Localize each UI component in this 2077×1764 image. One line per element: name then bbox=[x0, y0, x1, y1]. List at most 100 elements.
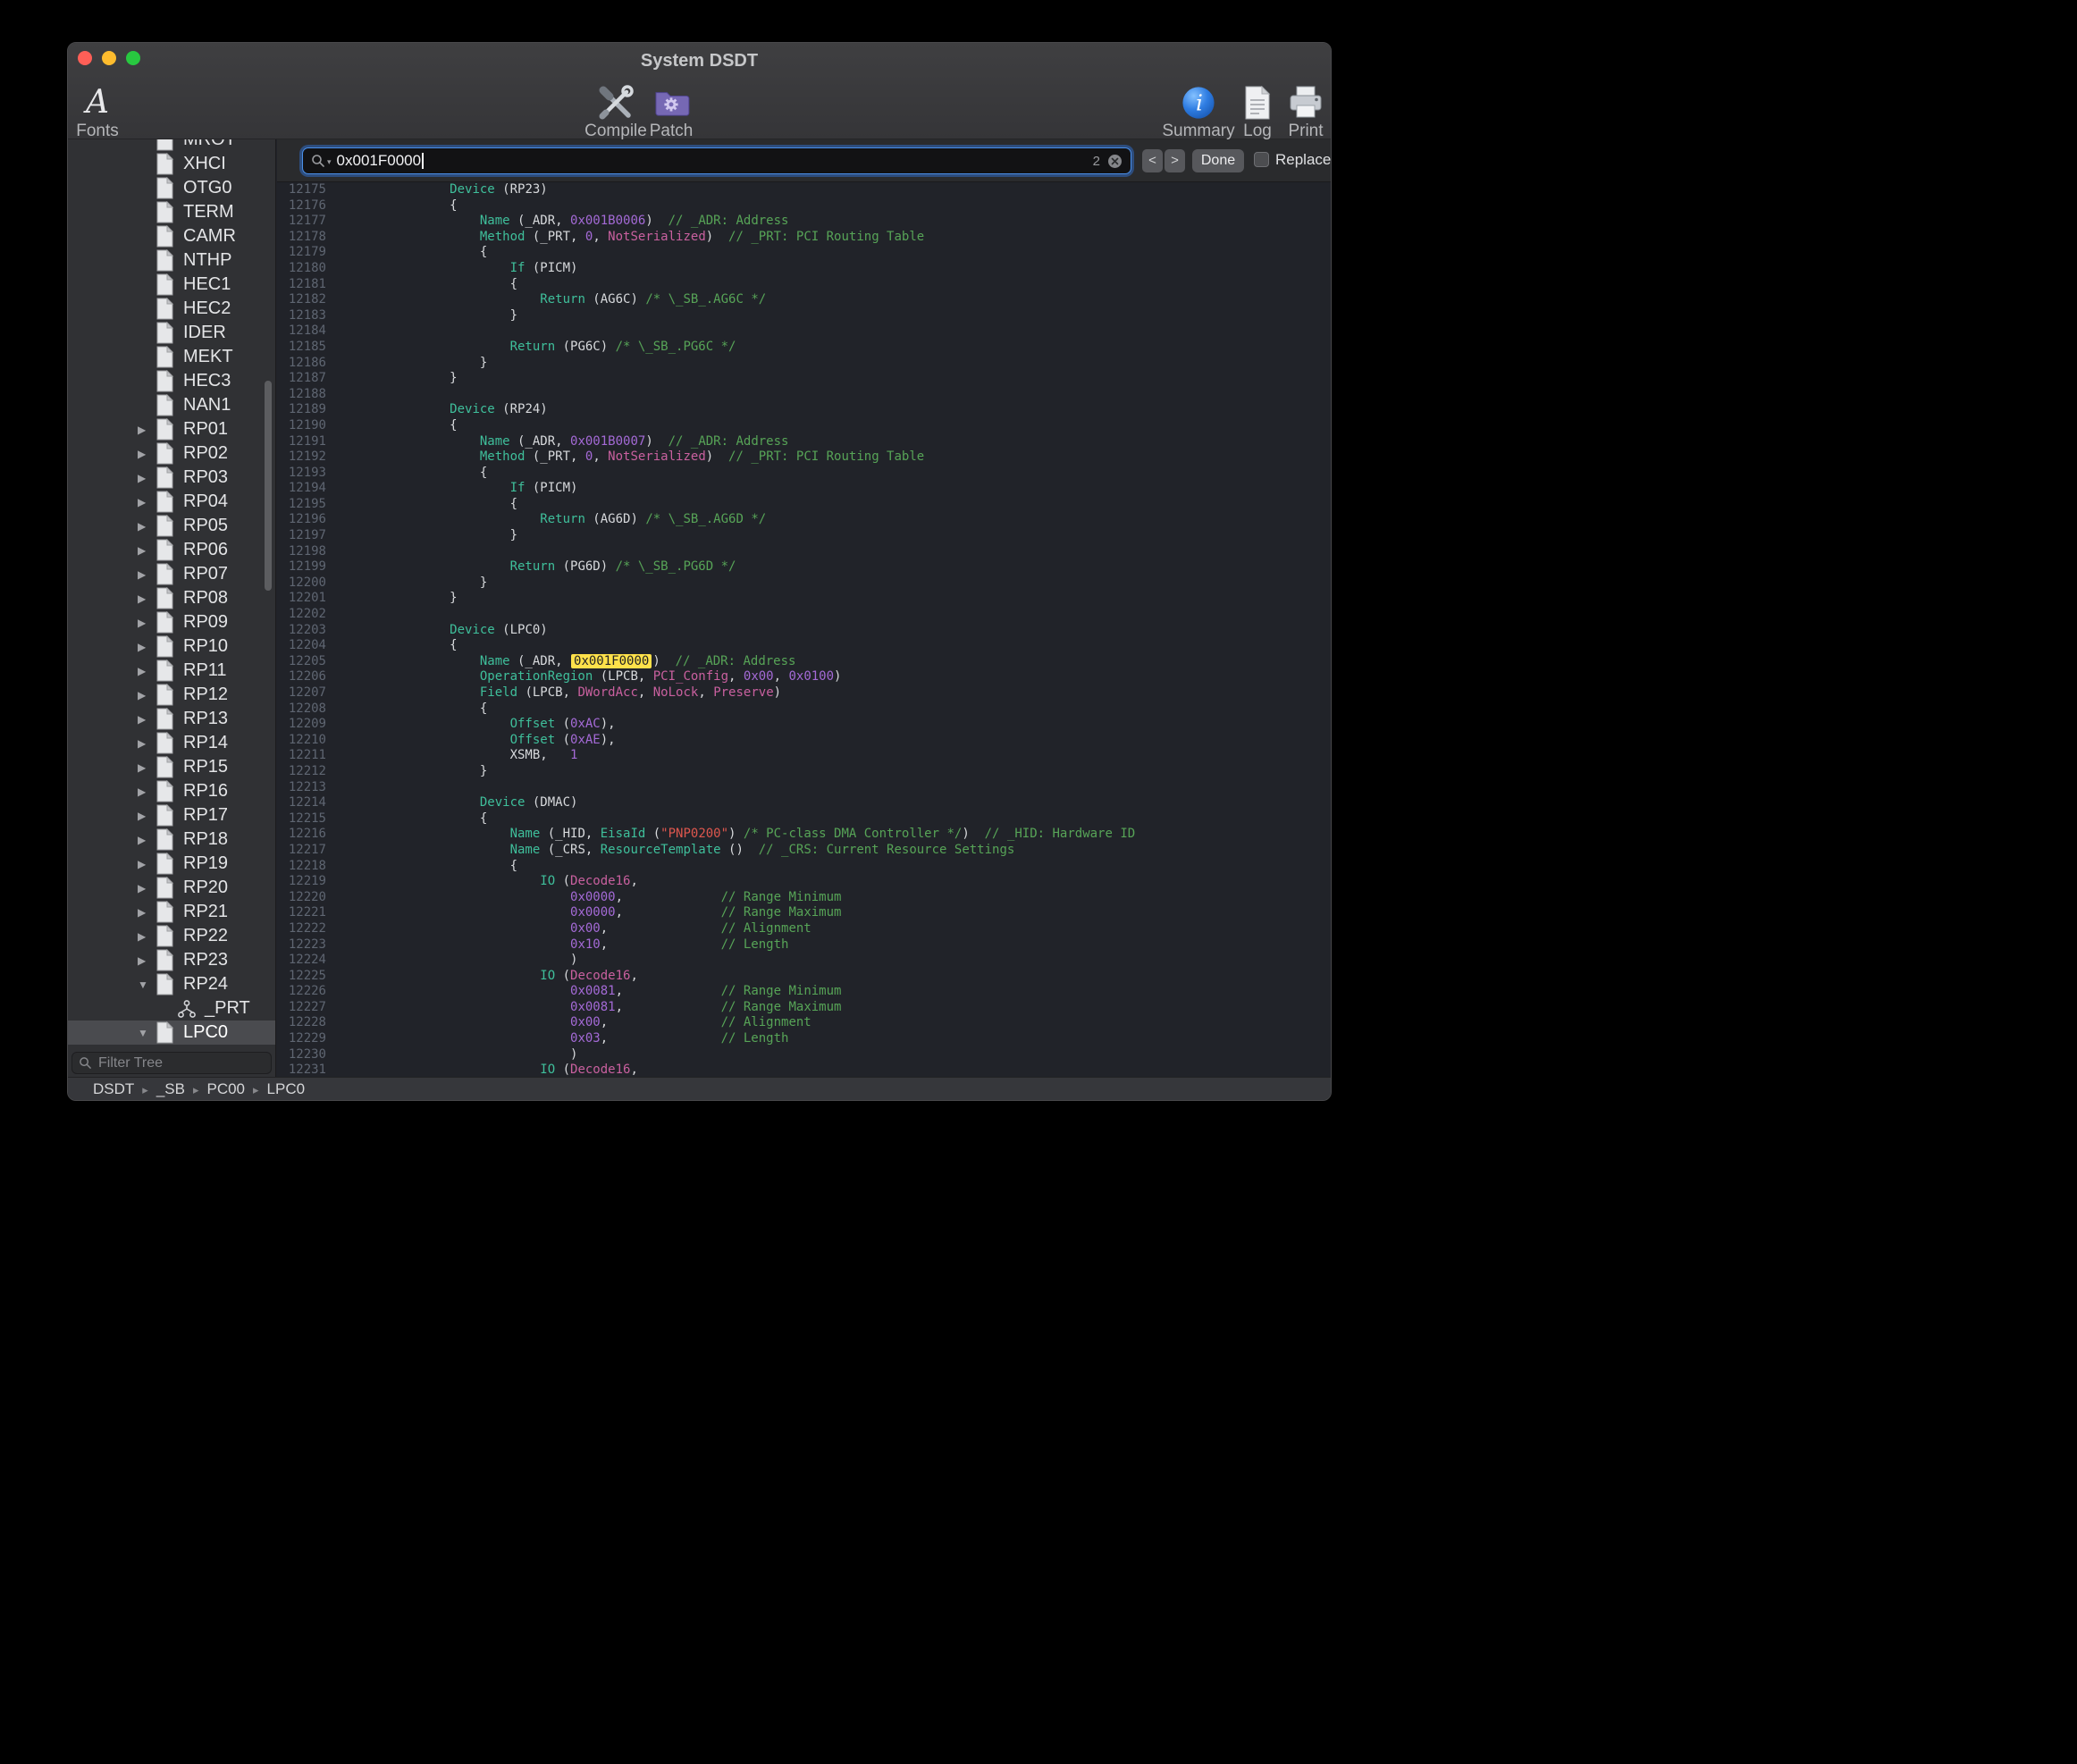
patch-button[interactable]: Patch bbox=[631, 84, 711, 139]
line-number: 12188 bbox=[277, 387, 333, 403]
sidebar-item-_prt[interactable]: _PRT bbox=[68, 996, 275, 1021]
sidebar-item-xhci[interactable]: XHCI bbox=[68, 152, 275, 176]
disclosure-collapsed-icon[interactable]: ▶ bbox=[138, 906, 156, 919]
print-button[interactable]: Print bbox=[1266, 84, 1332, 139]
sidebar-item-hec2[interactable]: HEC2 bbox=[68, 297, 275, 321]
disclosure-collapsed-icon[interactable]: ▶ bbox=[138, 592, 156, 605]
disclosure-collapsed-icon[interactable]: ▶ bbox=[138, 689, 156, 701]
disclosure-collapsed-icon[interactable]: ▶ bbox=[138, 472, 156, 484]
sidebar-item-label: RP01 bbox=[183, 419, 228, 440]
disclosure-collapsed-icon[interactable]: ▶ bbox=[138, 761, 156, 774]
line-number: 12208 bbox=[277, 701, 333, 718]
sidebar-item-lpc0[interactable]: ▼LPC0 bbox=[68, 1021, 275, 1045]
clear-search-icon[interactable] bbox=[1107, 154, 1123, 169]
disclosure-expanded-icon[interactable]: ▼ bbox=[138, 1027, 156, 1039]
disclosure-collapsed-icon[interactable]: ▶ bbox=[138, 496, 156, 508]
sidebar-item-hec3[interactable]: HEC3 bbox=[68, 369, 275, 393]
find-next-button[interactable]: > bbox=[1165, 149, 1185, 172]
disclosure-collapsed-icon[interactable]: ▶ bbox=[138, 448, 156, 460]
sidebar-item-ider[interactable]: IDER bbox=[68, 321, 275, 345]
breadcrumb-item[interactable]: DSDT bbox=[93, 1080, 134, 1097]
sidebar-item-rp02[interactable]: ▶RP02 bbox=[68, 441, 275, 466]
sidebar-item-rp03[interactable]: ▶RP03 bbox=[68, 466, 275, 490]
sidebar-item-camr[interactable]: CAMR bbox=[68, 224, 275, 248]
line-number: 12191 bbox=[277, 434, 333, 450]
sidebar-item-rp06[interactable]: ▶RP06 bbox=[68, 538, 275, 562]
sidebar-item-rp14[interactable]: ▶RP14 bbox=[68, 731, 275, 755]
compile-icon bbox=[596, 85, 635, 121]
search-menu-chevron-icon[interactable]: ▾ bbox=[327, 157, 332, 167]
find-previous-button[interactable]: < bbox=[1142, 149, 1163, 172]
editor-pane: ▾ 0x001F0000 2 < > Done Replace 12175 De… bbox=[277, 139, 1331, 1077]
done-button[interactable]: Done bbox=[1192, 149, 1244, 172]
disclosure-expanded-icon[interactable]: ▼ bbox=[138, 979, 156, 991]
line-number: 12229 bbox=[277, 1031, 333, 1047]
code-line: 12191 Name (_ADR, 0x001B0007) // _ADR: A… bbox=[277, 434, 1331, 450]
line-number: 12178 bbox=[277, 230, 333, 246]
disclosure-collapsed-icon[interactable]: ▶ bbox=[138, 930, 156, 943]
sidebar-item-rp18[interactable]: ▶RP18 bbox=[68, 827, 275, 852]
sidebar-item-rp17[interactable]: ▶RP17 bbox=[68, 803, 275, 827]
disclosure-collapsed-icon[interactable]: ▶ bbox=[138, 544, 156, 557]
document-icon bbox=[156, 587, 175, 609]
sidebar-item-rp23[interactable]: ▶RP23 bbox=[68, 948, 275, 972]
disclosure-collapsed-icon[interactable]: ▶ bbox=[138, 882, 156, 895]
breadcrumb: DSDT▸_SB▸PC00▸LPC0 bbox=[93, 1080, 305, 1098]
disclosure-collapsed-icon[interactable]: ▶ bbox=[138, 737, 156, 750]
line-number: 12218 bbox=[277, 859, 333, 875]
sidebar-item-rp22[interactable]: ▶RP22 bbox=[68, 924, 275, 948]
disclosure-collapsed-icon[interactable]: ▶ bbox=[138, 785, 156, 798]
disclosure-collapsed-icon[interactable]: ▶ bbox=[138, 617, 156, 629]
sidebar-item-rp15[interactable]: ▶RP15 bbox=[68, 755, 275, 779]
search-icon[interactable] bbox=[311, 154, 325, 168]
sidebar-item-rp10[interactable]: ▶RP10 bbox=[68, 634, 275, 659]
disclosure-collapsed-icon[interactable]: ▶ bbox=[138, 713, 156, 726]
sidebar-item-rp24[interactable]: ▼RP24 bbox=[68, 972, 275, 996]
sidebar-item-rp21[interactable]: ▶RP21 bbox=[68, 900, 275, 924]
replace-checkbox[interactable] bbox=[1254, 152, 1269, 167]
disclosure-collapsed-icon[interactable]: ▶ bbox=[138, 858, 156, 870]
sidebar-item-rp16[interactable]: ▶RP16 bbox=[68, 779, 275, 803]
sidebar-item-otg0[interactable]: OTG0 bbox=[68, 176, 275, 200]
disclosure-collapsed-icon[interactable]: ▶ bbox=[138, 810, 156, 822]
sidebar-item-rp05[interactable]: ▶RP05 bbox=[68, 514, 275, 538]
search-input[interactable]: 0x001F0000 bbox=[337, 152, 422, 170]
sidebar-item-rp20[interactable]: ▶RP20 bbox=[68, 876, 275, 900]
sidebar-item-rp11[interactable]: ▶RP11 bbox=[68, 659, 275, 683]
sidebar-item-term[interactable]: TERM bbox=[68, 200, 275, 224]
sidebar-item-hec1[interactable]: HEC1 bbox=[68, 273, 275, 297]
sidebar-item-mrot[interactable]: MROT bbox=[68, 139, 275, 152]
sidebar-item-mekt[interactable]: MEKT bbox=[68, 345, 275, 369]
breadcrumb-item[interactable]: LPC0 bbox=[267, 1080, 306, 1097]
sidebar-item-nan1[interactable]: NAN1 bbox=[68, 393, 275, 417]
breadcrumb-item[interactable]: _SB bbox=[156, 1080, 185, 1097]
sidebar-item-rp01[interactable]: ▶ RP01 bbox=[68, 417, 275, 441]
filter-tree-input[interactable] bbox=[97, 1054, 265, 1072]
document-icon bbox=[156, 563, 175, 585]
document-icon bbox=[156, 853, 175, 875]
search-field[interactable]: ▾ 0x001F0000 2 bbox=[302, 147, 1131, 174]
sidebar-scrollbar[interactable] bbox=[265, 381, 272, 591]
sidebar-item-rp07[interactable]: ▶RP07 bbox=[68, 562, 275, 586]
line-number: 12182 bbox=[277, 292, 333, 308]
sidebar-item-rp08[interactable]: ▶RP08 bbox=[68, 586, 275, 610]
fonts-icon: A bbox=[86, 87, 109, 119]
sidebar-item-rp13[interactable]: ▶RP13 bbox=[68, 707, 275, 731]
status-bar: DSDT▸_SB▸PC00▸LPC0 bbox=[68, 1077, 1331, 1100]
sidebar-item-rp12[interactable]: ▶RP12 bbox=[68, 683, 275, 707]
breadcrumb-item[interactable]: PC00 bbox=[206, 1080, 245, 1097]
disclosure-collapsed-icon[interactable]: ▶ bbox=[138, 954, 156, 967]
sidebar-item-rp04[interactable]: ▶RP04 bbox=[68, 490, 275, 514]
fonts-button[interactable]: A Fonts bbox=[67, 84, 138, 139]
code-line: 12204 { bbox=[277, 638, 1331, 654]
disclosure-collapsed-icon[interactable]: ▶ bbox=[138, 520, 156, 533]
disclosure-collapsed-icon[interactable]: ▶ bbox=[138, 665, 156, 677]
sidebar-item-rp09[interactable]: ▶RP09 bbox=[68, 610, 275, 634]
disclosure-collapsed-icon[interactable]: ▶ bbox=[138, 568, 156, 581]
method-icon bbox=[177, 997, 197, 1020]
sidebar-item-nthp[interactable]: NTHP bbox=[68, 248, 275, 273]
disclosure-collapsed-icon[interactable]: ▶ bbox=[138, 641, 156, 653]
sidebar-item-rp19[interactable]: ▶RP19 bbox=[68, 852, 275, 876]
disclosure-collapsed-icon[interactable]: ▶ bbox=[138, 424, 156, 436]
disclosure-collapsed-icon[interactable]: ▶ bbox=[138, 834, 156, 846]
